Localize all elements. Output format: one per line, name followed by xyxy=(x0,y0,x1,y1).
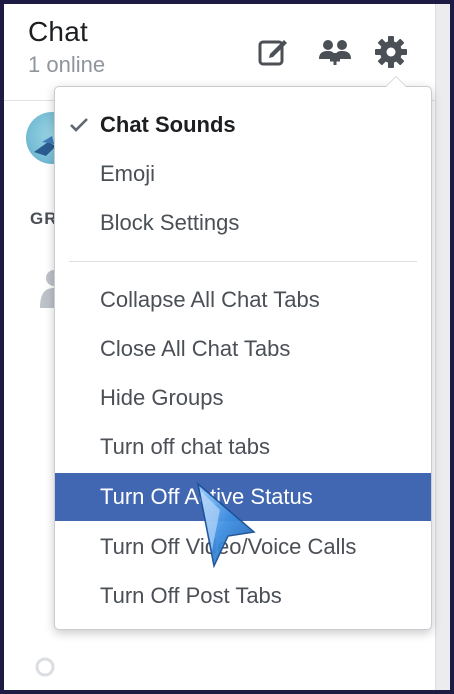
menu-item-label: Chat Sounds xyxy=(100,112,236,137)
menu-item-label: Close All Chat Tabs xyxy=(100,336,291,361)
online-count: 1 online xyxy=(28,52,106,77)
menu-item-label: Block Settings xyxy=(100,210,240,235)
menu-item-label: Turn Off Post Tabs xyxy=(100,583,282,608)
checkmark-icon xyxy=(69,101,91,149)
menu-item-label: Turn off chat tabs xyxy=(100,434,270,459)
menu-item-chat-sounds[interactable]: Chat Sounds xyxy=(55,101,431,149)
chat-panel: Chat 1 online GR Chat Sounds Emoji Block… xyxy=(4,4,450,690)
menu-caret xyxy=(385,76,407,87)
scrollbar-track[interactable] xyxy=(435,4,450,690)
menu-item-label: Turn Off Video/Voice Calls xyxy=(100,534,357,559)
search-icon[interactable] xyxy=(32,654,62,684)
menu-item-label: Turn Off Active Status xyxy=(100,484,313,509)
menu-item-turn-off-active-status[interactable]: Turn Off Active Status xyxy=(55,473,431,521)
menu-item-close-all-chat-tabs[interactable]: Close All Chat Tabs xyxy=(55,325,431,373)
menu-item-label: Emoji xyxy=(100,161,156,186)
menu-item-turn-off-video-voice-calls[interactable]: Turn Off Video/Voice Calls xyxy=(55,523,431,571)
menu-item-collapse-all-chat-tabs[interactable]: Collapse All Chat Tabs xyxy=(55,276,431,324)
compose-icon[interactable] xyxy=(254,32,294,72)
menu-item-emoji[interactable]: Emoji xyxy=(55,150,431,198)
people-icon[interactable] xyxy=(315,32,355,72)
menu-item-turn-off-chat-tabs[interactable]: Turn off chat tabs xyxy=(55,423,431,471)
menu-item-hide-groups[interactable]: Hide Groups xyxy=(55,374,431,422)
settings-dropdown-menu: Chat Sounds Emoji Block Settings Collaps… xyxy=(54,76,432,630)
menu-item-block-settings[interactable]: Block Settings xyxy=(55,199,431,247)
chat-title: Chat xyxy=(28,16,88,47)
menu-item-turn-off-post-tabs[interactable]: Turn Off Post Tabs xyxy=(55,572,431,620)
menu-divider xyxy=(69,261,417,262)
gear-icon[interactable] xyxy=(371,32,411,72)
menu-item-label: Collapse All Chat Tabs xyxy=(100,287,320,312)
menu-item-label: Hide Groups xyxy=(100,385,224,410)
